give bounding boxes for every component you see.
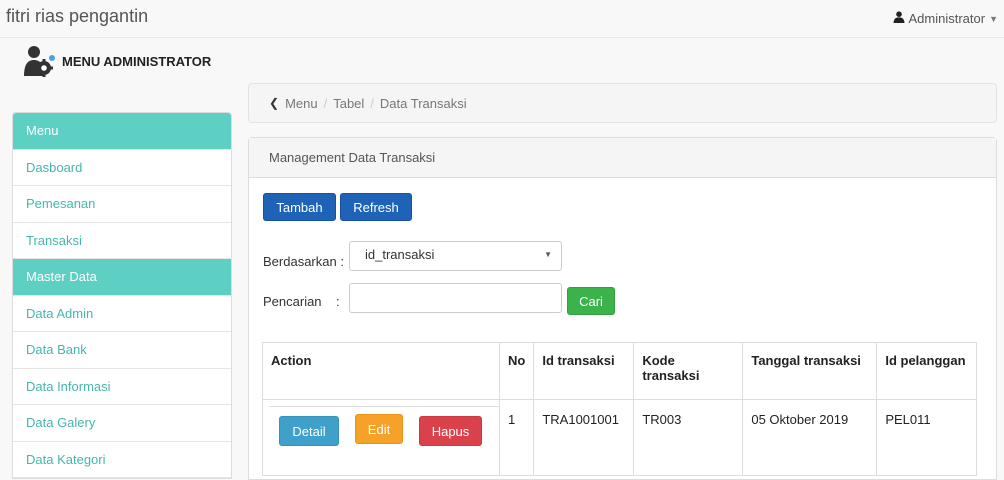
sidebar-header: MENU ADMINISTRATOR [22, 44, 242, 78]
sidebar-section-menu: Menu [13, 113, 231, 150]
detail-button[interactable]: Detail [279, 416, 339, 446]
col-header-no: No [498, 342, 535, 400]
add-button[interactable]: Tambah [263, 193, 336, 221]
col-header-id-pelanggan: Id pelanggan [876, 342, 978, 400]
sidebar-section-master-data: Master Data [13, 259, 231, 296]
cell-id-pelanggan: PEL011 [876, 399, 978, 476]
sidebar-item-transaksi[interactable]: Transaksi [13, 222, 231, 259]
sidebar-item-data-admin[interactable]: Data Admin [13, 295, 231, 332]
top-navbar: fitri rias pengantin Administrator ▼ [0, 0, 1004, 38]
user-icon [893, 11, 905, 26]
user-name: Administrator [908, 11, 986, 26]
select-arrow-icon: ▼ [544, 250, 552, 259]
sidebar-item-dasboard[interactable]: Dasboard [13, 149, 231, 186]
refresh-button[interactable]: Refresh [340, 193, 412, 221]
search-input[interactable] [349, 283, 562, 313]
col-header-action: Action [262, 342, 500, 400]
edit-button[interactable]: Edit [355, 414, 403, 444]
action-divider [269, 406, 499, 407]
sidebar-item-data-bank[interactable]: Data Bank [13, 332, 231, 369]
filter-by-select[interactable]: id_transaksi ▼ [349, 241, 562, 271]
caret-down-icon: ▼ [989, 13, 998, 24]
cell-id-transaksi: TRA1001001 [533, 399, 635, 476]
filter-by-value: id_transaksi [365, 247, 435, 262]
breadcrumb-separator: / [370, 95, 374, 111]
breadcrumb: ❮ Menu / Tabel / Data Transaksi [248, 83, 997, 123]
app-title[interactable]: fitri rias pengantin [6, 6, 148, 27]
table-header-row: Action No Id transaksi Kode transaksi Ta… [262, 342, 978, 400]
breadcrumb-item-tabel[interactable]: Tabel [333, 96, 364, 111]
transaksi-table: Action No Id transaksi Kode transaksi Ta… [262, 342, 978, 476]
user-menu[interactable]: Administrator ▼ [893, 11, 998, 26]
cell-tanggal-transaksi: 05 Oktober 2019 [742, 399, 878, 476]
breadcrumb-separator: / [323, 95, 328, 111]
col-header-id-transaksi: Id transaksi [533, 342, 635, 400]
col-header-kode-transaksi: Kode transaksi [633, 342, 744, 400]
col-header-tanggal-transaksi: Tanggal transaksi [742, 342, 878, 400]
chevron-left-icon[interactable]: ❮ [269, 96, 279, 110]
panel-heading: Management Data Transaksi [249, 138, 996, 178]
sidebar-item-data-informasi[interactable]: Data Informasi [13, 368, 231, 405]
cell-no: 1 [498, 399, 535, 476]
delete-button[interactable]: Hapus [419, 416, 482, 446]
admin-gear-icon [22, 44, 56, 78]
sidebar-item-pemesanan[interactable]: Pemesanan [13, 186, 231, 223]
filter-by-label: Berdasarkan : [263, 254, 344, 269]
sidebar-item-data-kategori[interactable]: Data Kategori [13, 441, 231, 478]
search-label: Pencarian : [263, 294, 340, 309]
search-button[interactable]: Cari [567, 287, 615, 315]
sidebar-title: MENU ADMINISTRATOR [62, 53, 212, 69]
breadcrumb-item-current: Data Transaksi [379, 95, 467, 111]
cell-kode-transaksi: TR003 [633, 399, 744, 476]
sidebar: Menu Dasboard Pemesanan Transaksi Master… [12, 112, 232, 479]
breadcrumb-item-menu[interactable]: Menu [285, 96, 318, 111]
sidebar-item-data-galery[interactable]: Data Galery [13, 405, 231, 442]
